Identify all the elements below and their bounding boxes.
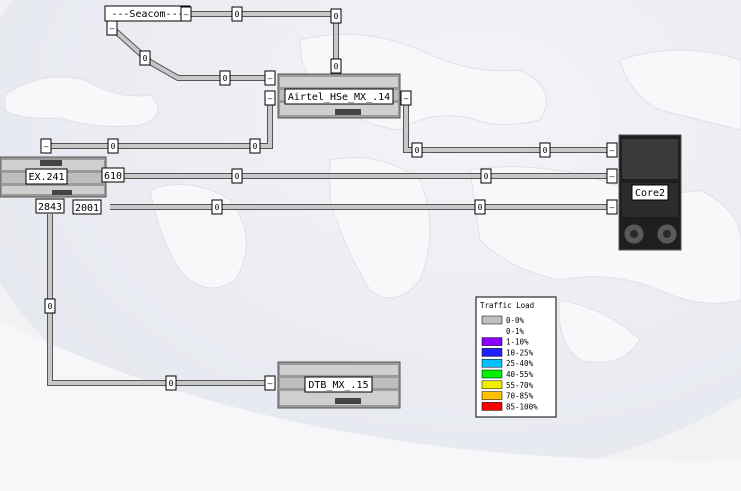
- svg-text:0: 0: [415, 146, 420, 155]
- legend-item: 25-40%: [481, 358, 534, 368]
- link-endpoint-marker: –: [264, 375, 276, 391]
- svg-text:–: –: [610, 146, 615, 155]
- legend-item: 40-55%: [481, 369, 534, 379]
- link-endpoint-marker: –: [606, 142, 618, 158]
- link-endpoint-marker: –: [106, 20, 118, 36]
- port-label-2001: 2001: [72, 199, 102, 215]
- svg-text:0: 0: [253, 142, 258, 151]
- link-value-seacom-lower-mid: 0: [219, 70, 231, 86]
- legend-title: Traffic Load: [480, 301, 534, 310]
- link-value-seacom-right-end: 0: [330, 8, 342, 24]
- svg-text:–: –: [44, 142, 49, 151]
- svg-text:–: –: [404, 94, 409, 103]
- link-value-seacom-top-mid: 0: [231, 6, 243, 22]
- svg-text:EX.241: EX.241: [28, 172, 64, 183]
- link-endpoint-marker: –: [400, 90, 412, 106]
- node-label-ex[interactable]: EX.241: [25, 168, 68, 185]
- node-label-dtb[interactable]: DTB_MX_.15: [304, 376, 373, 393]
- svg-text:0-0%: 0-0%: [506, 316, 525, 325]
- svg-text:0: 0: [143, 54, 148, 63]
- svg-text:–: –: [110, 24, 115, 33]
- node-label-core2[interactable]: Core2: [631, 184, 669, 201]
- link-endpoint-value: 0: [330, 58, 342, 74]
- link-value-ex-core-2001-left: 0: [211, 199, 223, 215]
- link-value-seacom-diag: 0: [139, 50, 151, 66]
- svg-text:85-100%: 85-100%: [506, 402, 538, 411]
- node-label-airtel[interactable]: Airtel_HSe_MX_.14: [284, 88, 394, 105]
- svg-text:0: 0: [543, 146, 548, 155]
- svg-text:0: 0: [111, 142, 116, 151]
- link-value-ex-airtel-right: 0: [249, 138, 261, 154]
- legend-item: 85-100%: [481, 402, 538, 411]
- svg-text:0: 0: [235, 10, 240, 19]
- link-endpoint-marker: –: [40, 138, 52, 154]
- link-value-ex-core-2001-right: 0: [474, 199, 486, 215]
- link-endpoint-marker: –: [606, 168, 618, 184]
- traffic-legend: Traffic Load 0-0% 0-1% 1-10%10-25% 25-40% 40…: [475, 296, 557, 418]
- svg-text:55-70%: 55-70%: [506, 381, 534, 390]
- svg-text:0: 0: [223, 74, 228, 83]
- node-label-seacom[interactable]: ---Seacom---: [104, 5, 191, 22]
- svg-text:610: 610: [104, 171, 122, 182]
- svg-text:Core2: Core2: [635, 188, 665, 199]
- svg-text:0: 0: [334, 62, 339, 71]
- svg-text:–: –: [610, 203, 615, 212]
- svg-text:0: 0: [169, 379, 174, 388]
- svg-text:0: 0: [48, 302, 53, 311]
- network-weathermap: ---Seacom--- Airtel_HSe_MX_.14 EX.241 Co…: [0, 0, 741, 491]
- port-label-2843: 2843: [35, 198, 65, 214]
- link-endpoint-marker: –: [606, 199, 618, 215]
- legend-item: 1-10%: [481, 337, 529, 347]
- legend-item: 10-25%: [481, 348, 534, 357]
- svg-text:1-10%: 1-10%: [506, 338, 529, 347]
- svg-text:---Seacom---: ---Seacom---: [111, 9, 183, 20]
- link-endpoint-marker: –: [264, 90, 276, 106]
- link-value-ex-core-610-right: 0: [480, 168, 492, 184]
- svg-text:0: 0: [215, 203, 220, 212]
- svg-text:0: 0: [478, 203, 483, 212]
- svg-text:40-55%: 40-55%: [506, 370, 534, 379]
- link-value-ex-dtb-horiz: 0: [165, 375, 177, 391]
- svg-text:–: –: [268, 94, 273, 103]
- link-value-airtel-core-left: 0: [411, 142, 423, 158]
- svg-text:2843: 2843: [38, 202, 62, 213]
- svg-text:DTB_MX_.15: DTB_MX_.15: [308, 380, 368, 391]
- link-value-airtel-core-right: 0: [539, 142, 551, 158]
- legend-item: 55-70%: [481, 380, 534, 390]
- link-endpoint-marker: –: [180, 6, 192, 22]
- svg-text:0: 0: [334, 12, 339, 21]
- svg-text:25-40%: 25-40%: [506, 359, 534, 368]
- link-endpoint-marker: –: [264, 70, 276, 86]
- svg-text:–: –: [268, 74, 273, 83]
- link-value-ex-airtel-mid: 0: [107, 138, 119, 154]
- svg-text:0-1%: 0-1%: [506, 327, 525, 336]
- link-value-ex-dtb-vert: 0: [44, 298, 56, 314]
- svg-text:–: –: [268, 379, 273, 388]
- svg-text:–: –: [184, 10, 189, 19]
- port-label-610: 610: [101, 167, 125, 183]
- svg-text:Airtel_HSe_MX_.14: Airtel_HSe_MX_.14: [288, 92, 390, 103]
- svg-text:0: 0: [484, 172, 489, 181]
- svg-text:0: 0: [235, 172, 240, 181]
- legend-item: 70-85%: [481, 391, 534, 401]
- svg-text:70-85%: 70-85%: [506, 392, 534, 401]
- svg-text:–: –: [610, 172, 615, 181]
- svg-text:10-25%: 10-25%: [506, 348, 534, 357]
- svg-text:2001: 2001: [75, 203, 99, 214]
- link-value-ex-core-610-left: 0: [231, 168, 243, 184]
